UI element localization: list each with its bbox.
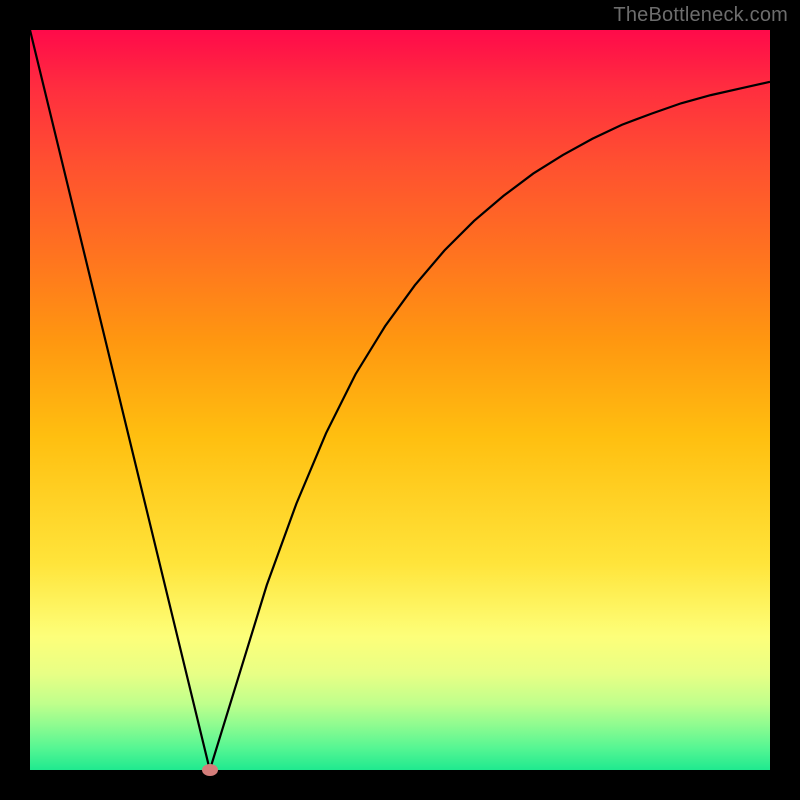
chart-frame: TheBottleneck.com bbox=[0, 0, 800, 800]
bottleneck-curve bbox=[30, 30, 770, 770]
curve-path bbox=[30, 30, 770, 770]
plot-area bbox=[30, 30, 770, 770]
minimum-marker bbox=[202, 764, 218, 776]
watermark-label: TheBottleneck.com bbox=[613, 4, 788, 27]
